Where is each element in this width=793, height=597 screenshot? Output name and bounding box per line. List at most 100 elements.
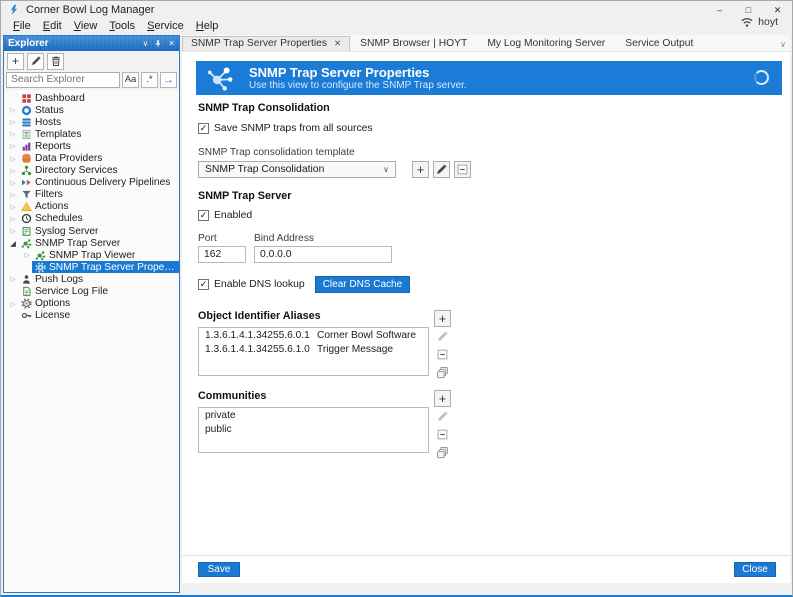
tree-item-continuous-delivery-pipelines[interactable]: ▷Continuous Delivery Pipelines: [4, 177, 179, 189]
save-traps-checkbox[interactable]: ✓: [198, 123, 209, 134]
panel-pin-icon[interactable]: [153, 39, 163, 49]
tree-item-body: Templates: [18, 128, 84, 140]
tab-snmp-trap-server-properties[interactable]: SNMP Trap Server Properties✕: [182, 36, 350, 51]
copy-community-button[interactable]: [434, 444, 451, 461]
menu-item-help[interactable]: Help: [190, 20, 225, 32]
add-community-button[interactable]: +: [434, 390, 451, 407]
remove-community-button[interactable]: [434, 426, 451, 443]
oid-alias-list[interactable]: 1.3.6.1.4.1.34255.6.0.1Corner Bowl Softw…: [198, 327, 429, 376]
tree-item-actions[interactable]: ▷Actions: [4, 201, 179, 213]
expander-icon[interactable]: ▷: [8, 275, 18, 283]
tree-item-push-logs[interactable]: ▷Push Logs: [4, 273, 179, 285]
tab-close-icon[interactable]: ✕: [334, 38, 341, 49]
title-bar: Corner Bowl Log Manager – □ ✕: [1, 1, 792, 19]
enabled-checkbox-row[interactable]: ✓ Enabled: [198, 210, 790, 221]
options-gear-icon: [21, 298, 32, 309]
expander-icon[interactable]: ▷: [8, 167, 18, 175]
tree-item-license[interactable]: License: [4, 310, 179, 322]
close-button[interactable]: Close: [734, 562, 776, 577]
enabled-checkbox[interactable]: ✓: [198, 210, 209, 221]
tree-item-syslog-server[interactable]: ▷ Syslog Server: [4, 225, 179, 237]
community-row[interactable]: public: [199, 422, 428, 436]
alias-row[interactable]: 1.3.6.1.4.1.34255.6.1.0Trigger Message: [199, 342, 428, 356]
edit-alias-button[interactable]: [434, 328, 451, 345]
tree-item-snmp-trap-viewer[interactable]: ▷SNMP Trap Viewer: [4, 249, 179, 261]
license-key-icon: [21, 310, 32, 321]
expander-icon[interactable]: ▷: [8, 227, 18, 235]
expander-icon[interactable]: ▷: [8, 179, 18, 187]
expander-icon[interactable]: ▷: [8, 155, 18, 163]
tree-item-body: Service Log File: [18, 286, 111, 298]
tab-overflow-chevron-icon[interactable]: ∨: [780, 40, 786, 51]
tab-label: SNMP Browser | HOYT: [360, 38, 467, 49]
remove-alias-button[interactable]: [434, 346, 451, 363]
tree-item-label: Reports: [35, 141, 71, 152]
expander-icon[interactable]: ▷: [8, 300, 18, 308]
search-input[interactable]: [6, 72, 120, 88]
minimize-button[interactable]: –: [705, 1, 734, 19]
port-input[interactable]: [198, 246, 246, 263]
tree-item-options[interactable]: ▷Options: [4, 298, 179, 310]
match-case-button[interactable]: Aa: [122, 72, 139, 88]
tab-service-output[interactable]: Service Output: [615, 37, 703, 51]
tab-my-log-monitoring-server[interactable]: My Log Monitoring Server: [477, 37, 615, 51]
tab-label: My Log Monitoring Server: [487, 38, 605, 49]
regex-button[interactable]: .*: [141, 72, 158, 88]
menu-item-tools[interactable]: Tools: [103, 20, 141, 32]
connection-status: hoyt: [740, 16, 778, 28]
edit-community-button[interactable]: [434, 408, 451, 425]
add-button[interactable]: +: [7, 53, 24, 70]
menu-item-file[interactable]: File: [7, 20, 37, 32]
bind-address-input[interactable]: [254, 246, 392, 263]
edit-button[interactable]: [27, 53, 44, 70]
tree-item-directory-services[interactable]: ▷Directory Services: [4, 165, 179, 177]
expander-icon[interactable]: ▷: [8, 106, 18, 114]
add-alias-button[interactable]: +: [434, 310, 451, 327]
add-template-button[interactable]: +: [412, 161, 429, 178]
tree-item-dashboard[interactable]: Dashboard: [4, 92, 179, 104]
clear-dns-cache-button[interactable]: Clear DNS Cache: [315, 276, 410, 293]
communities-list[interactable]: privatepublic: [198, 407, 429, 453]
menu-item-edit[interactable]: Edit: [37, 20, 68, 32]
tree-item-reports[interactable]: ▷ Reports: [4, 140, 179, 152]
tree-item-data-providers[interactable]: ▷Data Providers: [4, 152, 179, 164]
tree-item-hosts[interactable]: ▷Hosts: [4, 116, 179, 128]
edit-template-button[interactable]: [433, 161, 450, 178]
user-label: hoyt: [758, 16, 778, 28]
template-dropdown[interactable]: SNMP Trap Consolidation ∨: [198, 161, 396, 178]
expander-icon[interactable]: ◢: [8, 239, 18, 248]
tree-item-templates[interactable]: ▷Templates: [4, 128, 179, 140]
tree-item-body: License: [18, 310, 73, 322]
expander-icon[interactable]: ▷: [8, 215, 18, 223]
expander-icon[interactable]: ▷: [8, 191, 18, 199]
tree-item-filters[interactable]: ▷Filters: [4, 189, 179, 201]
expander-icon[interactable]: ▷: [8, 142, 18, 150]
tree-item-label: Syslog Server: [35, 226, 98, 237]
save-button[interactable]: Save: [198, 562, 240, 577]
alias-name: Corner Bowl Software: [317, 330, 416, 341]
minus-box-icon: [436, 348, 449, 361]
delete-button[interactable]: [47, 53, 64, 70]
tree-item-label: SNMP Trap Server Properties: [49, 262, 176, 273]
menu-item-view[interactable]: View: [68, 20, 104, 32]
expander-icon[interactable]: ▷: [8, 203, 18, 211]
expander-icon[interactable]: ▷: [22, 251, 32, 259]
expander-icon[interactable]: ▷: [8, 130, 18, 138]
remove-template-button[interactable]: [454, 161, 471, 178]
tab-snmp-browser-hoyt[interactable]: SNMP Browser | HOYT: [350, 37, 477, 51]
search-go-button[interactable]: →: [160, 72, 177, 88]
alias-row[interactable]: 1.3.6.1.4.1.34255.6.0.1Corner Bowl Softw…: [199, 328, 428, 342]
tree-item-snmp-trap-server[interactable]: ◢SNMP Trap Server: [4, 237, 179, 249]
community-row[interactable]: private: [199, 408, 428, 422]
panel-close-icon[interactable]: ✕: [168, 39, 175, 49]
dns-lookup-checkbox[interactable]: ✓: [198, 279, 209, 290]
tree-item-schedules[interactable]: ▷Schedules: [4, 213, 179, 225]
save-traps-checkbox-row[interactable]: ✓ Save SNMP traps from all sources: [198, 123, 790, 134]
panel-chevron-down-icon[interactable]: ∨: [142, 39, 148, 49]
tree-item-snmp-trap-server-properties[interactable]: SNMP Trap Server Properties: [4, 261, 179, 273]
menu-item-service[interactable]: Service: [141, 20, 190, 32]
tree-item-status[interactable]: ▷Status: [4, 104, 179, 116]
copy-alias-button[interactable]: [434, 364, 451, 381]
tree-item-service-log-file[interactable]: Service Log File: [4, 286, 179, 298]
expander-icon[interactable]: ▷: [8, 118, 18, 126]
